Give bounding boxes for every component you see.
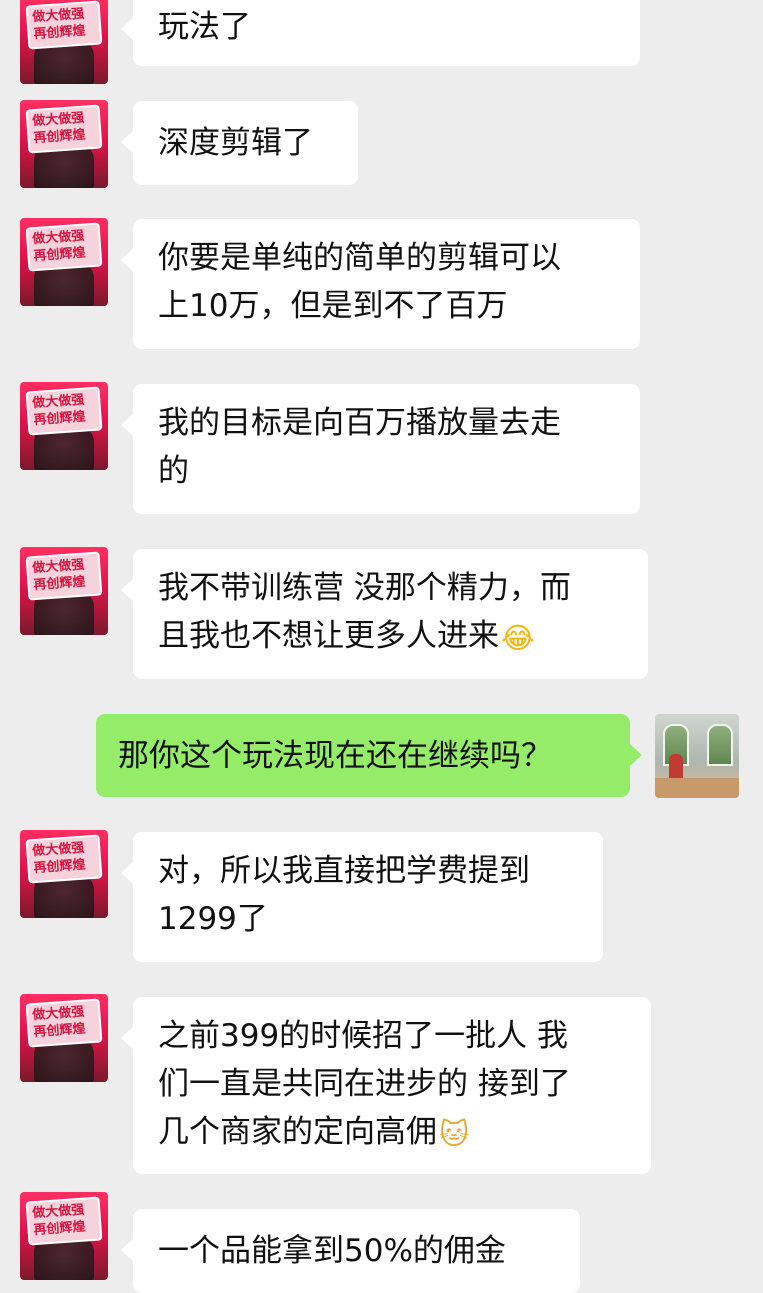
- laughing-tears-emoji-icon: 😂: [501, 621, 535, 655]
- contact-avatar[interactable]: 做大做强 再创辉煌: [20, 994, 108, 1082]
- contact-avatar[interactable]: 做大做强 再创辉煌: [20, 218, 108, 306]
- message-bubble-outgoing[interactable]: 那你这个玩法现在还在继续吗？: [96, 714, 642, 797]
- avatar-badge: 做大做强 再创辉煌: [25, 551, 103, 601]
- smirking-cat-emoji-icon: 🐱: [439, 1117, 470, 1151]
- avatar-badge: 做大做强 再创辉煌: [25, 0, 103, 50]
- avatar-badge: 做大做强 再创辉煌: [25, 386, 103, 436]
- contact-avatar[interactable]: 做大做强 再创辉煌: [20, 382, 108, 470]
- self-avatar[interactable]: [655, 714, 739, 798]
- message-bubble-incoming[interactable]: 对，所以我直接把学费提到 1299了: [121, 832, 603, 962]
- message-bubble-incoming[interactable]: 之前399的时候招了一批人 我 们一直是共同在进步的 接到了 几个商家的定向高佣…: [121, 997, 651, 1174]
- contact-avatar[interactable]: 做大做强 再创辉煌: [20, 100, 108, 188]
- message-bubble-incoming[interactable]: 你要是单纯的简单的剪辑可以 上10万，但是到不了百万: [121, 219, 640, 349]
- contact-avatar[interactable]: 做大做强 再创辉煌: [20, 0, 108, 84]
- avatar-badge: 做大做强 再创辉煌: [25, 104, 103, 154]
- contact-avatar[interactable]: 做大做强 再创辉煌: [20, 1192, 108, 1280]
- message-bubble-incoming[interactable]: 深度剪辑了: [121, 101, 358, 185]
- avatar-badge: 做大做强 再创辉煌: [25, 834, 103, 884]
- avatar-badge: 做大做强 再创辉煌: [25, 1196, 103, 1246]
- avatar-badge: 做大做强 再创辉煌: [25, 998, 103, 1048]
- contact-avatar[interactable]: 做大做强 再创辉煌: [20, 830, 108, 918]
- message-bubble-incoming[interactable]: 一个品能拿到50%的佣金: [121, 1209, 580, 1293]
- message-bubble-incoming[interactable]: 我不带训练营 没那个精力，而 且我也不想让更多人进来😂: [121, 549, 648, 679]
- message-bubble-incoming[interactable]: 我的目标是向百万播放量去走 的: [121, 384, 640, 514]
- contact-avatar[interactable]: 做大做强 再创辉煌: [20, 547, 108, 635]
- message-bubble-incoming[interactable]: 玩法了: [121, 0, 640, 66]
- chat-view: 做大做强 再创辉煌 玩法了 做大做强 再创辉煌 深度剪辑了 做大做强 再创辉煌 …: [0, 0, 763, 1293]
- avatar-badge: 做大做强 再创辉煌: [25, 222, 103, 272]
